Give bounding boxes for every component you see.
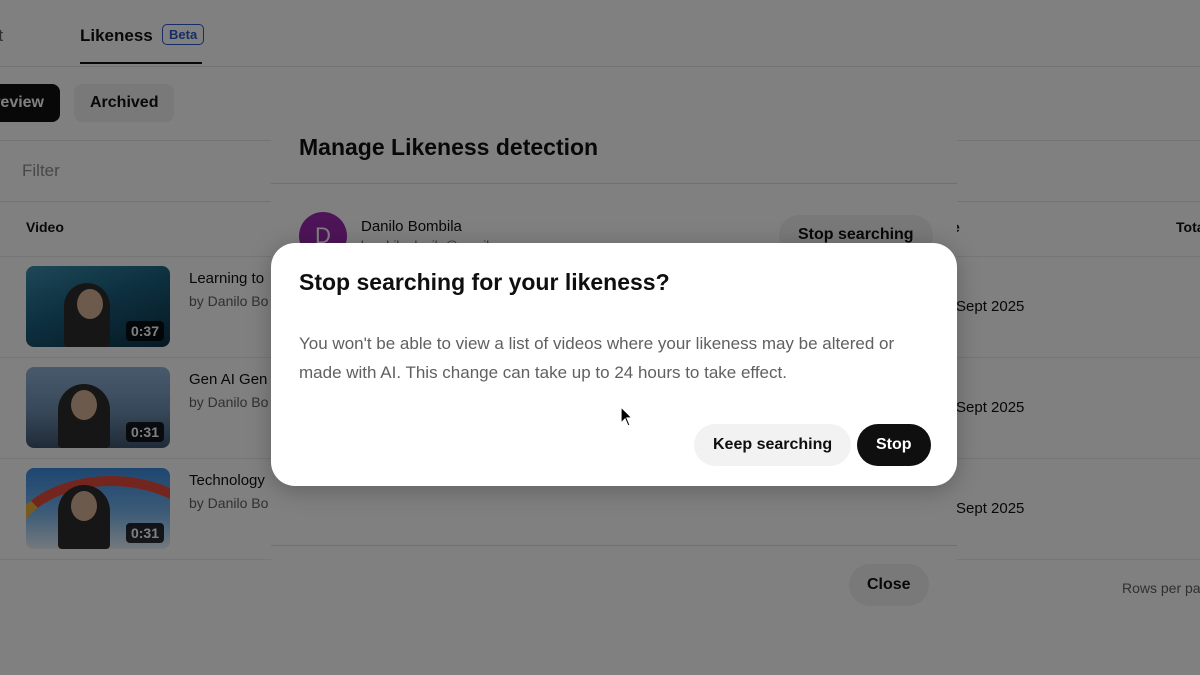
tab-likeness[interactable]: Likeness	[80, 26, 153, 46]
video-author: by Danilo Bo	[189, 293, 269, 309]
tab-copyright[interactable]: right	[0, 26, 3, 46]
diver-figure	[64, 283, 110, 347]
video-date: Sept 2025	[956, 500, 1025, 517]
close-button[interactable]: Close	[849, 564, 929, 606]
video-date: Sept 2025	[956, 298, 1025, 315]
confirm-dialog-title: Stop searching for your likeness?	[299, 269, 670, 295]
video-thumbnail[interactable]: 0:31	[26, 367, 170, 448]
dialog-title: Manage Likeness detection	[299, 134, 599, 160]
filter-input[interactable]: Filter	[22, 161, 60, 181]
beta-badge: Beta	[162, 24, 205, 45]
rows-per-page-label: Rows per pa	[1122, 580, 1200, 596]
duration-badge: 0:31	[125, 422, 164, 442]
chip-archived[interactable]: Archived	[74, 84, 175, 122]
person-figure	[58, 384, 110, 448]
duration-badge: 0:31	[125, 523, 164, 543]
person-figure	[58, 485, 110, 549]
column-header-total: Tota	[1176, 219, 1200, 235]
column-header-video: Video	[26, 219, 64, 235]
profile-name: Danilo Bombila	[361, 218, 462, 235]
video-title[interactable]: Gen AI Gen	[189, 371, 267, 388]
mouse-cursor-icon	[620, 406, 634, 427]
video-thumbnail[interactable]: 0:31	[26, 468, 170, 549]
video-title[interactable]: Learning to	[189, 270, 264, 287]
video-author: by Danilo Bo	[189, 394, 269, 410]
duration-badge: 0:37	[125, 321, 164, 341]
stop-searching-confirm-dialog: Stop searching for your likeness? You wo…	[271, 243, 957, 486]
dialog-divider	[271, 545, 957, 546]
active-tab-indicator	[80, 62, 202, 64]
dialog-divider	[271, 183, 957, 184]
stop-button[interactable]: Stop	[857, 424, 931, 466]
keep-searching-button[interactable]: Keep searching	[694, 424, 852, 466]
video-author: by Danilo Bo	[189, 495, 269, 511]
video-date: Sept 2025	[956, 399, 1025, 416]
video-thumbnail[interactable]: 0:37	[26, 266, 170, 347]
chip-review[interactable]: review	[0, 84, 60, 122]
tabs-divider	[0, 66, 1200, 67]
confirm-dialog-body: You won't be able to view a list of vide…	[299, 334, 895, 382]
video-title[interactable]: Technology	[189, 472, 265, 489]
